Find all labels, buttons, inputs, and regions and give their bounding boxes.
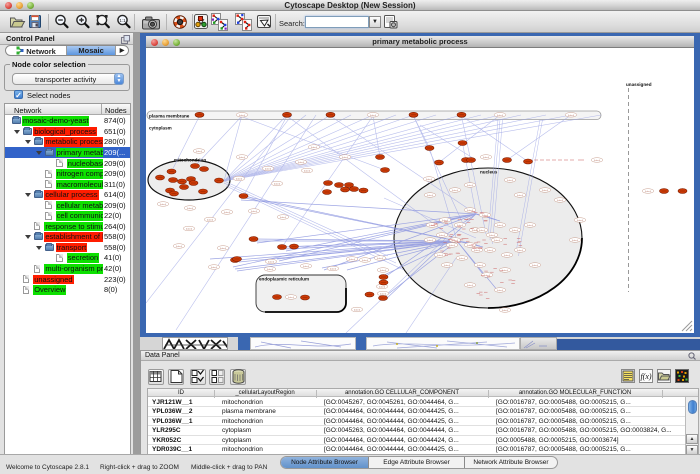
svg-text:(label): (label) [497,115,503,117]
svg-text:cytoplasm: cytoplasm [149,126,172,131]
svg-text:(label): (label) [239,157,245,159]
svg-text:(label): (label) [527,225,533,227]
svg-text:(label): (label) [442,220,448,222]
svg-text:(label): (label) [362,260,368,262]
svg-text:(label): (label) [268,262,274,264]
svg-text:(label): (label) [342,157,348,159]
svg-text:(label): (label) [474,250,480,252]
svg-text:plasma membrane: plasma membrane [149,114,190,119]
svg-text:f(x): f(x) [640,372,651,381]
svg-text:(label): (label) [427,240,433,242]
svg-text:(label): (label) [497,225,503,227]
svg-text:(label): (label) [645,191,651,193]
svg-text:(label): (label) [176,246,182,248]
svg-text:(label): (label) [459,258,465,260]
svg-text:(label): (label) [379,287,385,289]
svg-text:(label): (label) [354,310,360,312]
svg-text:(label): (label) [370,115,376,117]
svg-text:mitochondrion: mitochondrion [174,158,206,163]
svg-text:(label): (label) [572,240,578,242]
svg-text:(label): (label) [502,310,508,312]
svg-text:(label): (label) [577,220,583,222]
svg-text:(label): (label) [479,230,485,232]
svg-text:(label): (label) [211,267,217,269]
svg-text:(label): (label) [207,220,213,222]
svg-text:(label): (label) [298,162,304,164]
svg-text:1:1: 1:1 [119,18,126,23]
svg-text:(label): (label) [380,294,386,296]
svg-text:(label): (label) [349,259,355,261]
svg-text:(label): (label) [236,179,242,181]
svg-text:(label): (label) [517,250,523,252]
svg-text:(label): (label) [437,255,443,257]
svg-text:(label): (label) [494,240,500,242]
svg-text:(label): (label) [265,169,271,171]
svg-text:(label): (label) [477,265,483,267]
svg-text:(label): (label) [426,179,432,181]
svg-text:unassigned: unassigned [626,82,652,87]
svg-text:(label): (label) [186,229,192,231]
svg-text:endoplasmic reticulum: endoplasmic reticulum [259,277,309,282]
svg-text:(label): (label) [280,217,286,219]
svg-text:(label): (label) [267,269,273,271]
svg-text:(label): (label) [517,195,523,197]
svg-text:(label): (label) [568,115,574,117]
svg-text:(label): (label) [489,235,495,237]
svg-text:(label): (label) [497,290,503,292]
svg-text:(label): (label) [224,212,230,214]
svg-text:(label): (label) [452,190,458,192]
svg-text:(label): (label) [220,248,226,250]
svg-text:(label): (label) [251,211,257,213]
svg-text:(label): (label) [487,250,493,252]
svg-text:(label): (label) [304,171,310,173]
svg-text:(label): (label) [504,255,510,257]
svg-text:(label): (label) [452,240,458,242]
svg-text:(label): (label) [532,265,538,267]
svg-text:(label): (label) [330,269,336,271]
svg-text:(label): (label) [380,270,386,272]
svg-text:(label): (label) [160,204,166,206]
svg-text:(label): (label) [512,230,518,232]
svg-text:nucleus: nucleus [480,170,498,175]
svg-text:(label): (label) [427,195,433,197]
svg-text:(label): (label) [311,147,317,149]
svg-text:(label): (label) [467,245,473,247]
svg-text:(label): (label) [439,235,445,237]
svg-text:(label): (label) [472,230,478,232]
svg-text:(label): (label) [483,157,489,159]
svg-text:(label): (label) [542,190,548,192]
svg-text:(label): (label) [196,151,202,153]
svg-text:(label): (label) [467,285,473,287]
svg-text:(label): (label) [187,208,193,210]
svg-text:(label): (label) [274,184,280,186]
svg-text:(label): (label) [449,245,455,247]
svg-text:(label): (label) [377,258,383,260]
svg-text:(label): (label) [303,266,309,268]
svg-text:(label): (label) [467,185,473,187]
svg-text:(label): (label) [444,265,450,267]
svg-text:(label): (label) [288,297,294,299]
svg-text:(label): (label) [239,115,245,117]
svg-text:(label): (label) [507,180,513,182]
svg-text:(label): (label) [557,200,563,202]
svg-text:(label): (label) [594,160,600,162]
